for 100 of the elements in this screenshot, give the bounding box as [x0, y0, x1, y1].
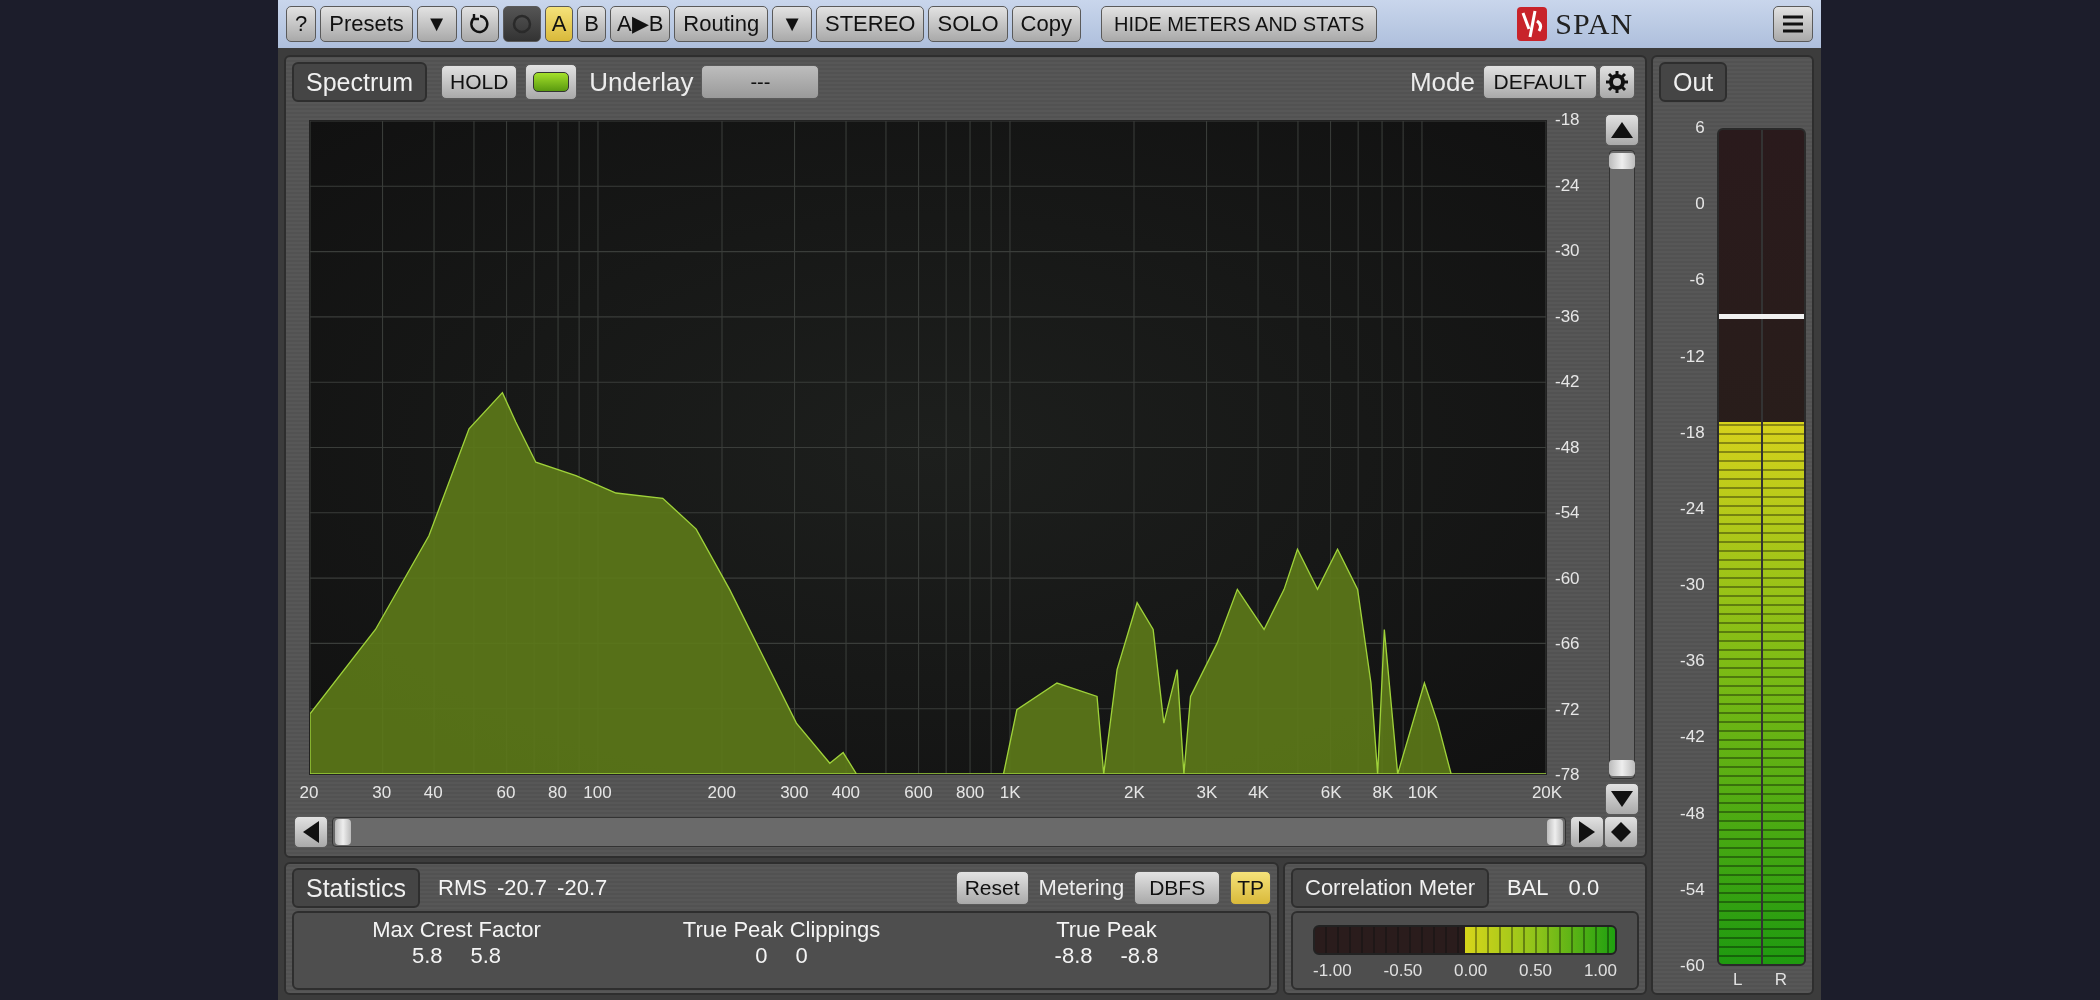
toolbar-button[interactable]: Copy	[1011, 6, 1081, 42]
x-axis-label: 6K	[1320, 783, 1342, 803]
scroll-up-button[interactable]	[1605, 114, 1639, 146]
correlation-scale-label: -0.50	[1383, 961, 1423, 981]
vertical-scrollbar[interactable]	[1609, 150, 1635, 779]
true-peak-toggle[interactable]: TP	[1230, 871, 1271, 905]
rms-value: -20.7	[496, 875, 548, 901]
out-tab[interactable]: Out	[1659, 62, 1728, 102]
meter-scale-label: -18	[1680, 422, 1705, 443]
metering-selector[interactable]: DBFS	[1134, 871, 1221, 905]
x-axis-label: 800	[955, 783, 985, 803]
channel-label: R	[1774, 970, 1787, 990]
stat-title: Max Crest Factor	[372, 917, 541, 943]
y-axis-label: -78	[1555, 765, 1580, 785]
balance-value: 0.0	[1568, 875, 1600, 901]
x-axis-label: 400	[831, 783, 861, 803]
ab-toggle-button[interactable]: A	[544, 6, 574, 42]
x-axis-label: 3K	[1196, 783, 1218, 803]
mode-selector[interactable]: DEFAULT	[1483, 65, 1597, 99]
scroll-handle[interactable]	[335, 819, 351, 845]
scroll-handle[interactable]	[1609, 153, 1635, 169]
left-arrow-icon	[303, 821, 319, 843]
settings-button[interactable]	[1599, 65, 1635, 99]
correlation-scale-label: 0.50	[1519, 961, 1553, 981]
stat-value: 0	[755, 943, 768, 969]
scroll-right-button[interactable]	[1570, 816, 1604, 848]
ab-toggle-button[interactable]: B	[577, 6, 606, 42]
meter-scale-label: 0	[1695, 194, 1705, 215]
undo-button[interactable]	[460, 6, 499, 42]
stat-value: 5.8	[411, 943, 443, 969]
underlay-selector[interactable]: ---	[701, 65, 820, 99]
ab-toggle-button[interactable]: A▶B	[610, 6, 671, 42]
spectrum-tab[interactable]: Spectrum	[292, 62, 427, 102]
scroll-handle[interactable]	[1547, 819, 1563, 845]
hold-toggle-button[interactable]	[525, 64, 578, 100]
meter-scale-label: -42	[1680, 727, 1705, 748]
reset-button[interactable]: Reset	[955, 871, 1029, 905]
settings-icon	[1605, 70, 1629, 94]
x-axis-label: 8K	[1372, 783, 1394, 803]
y-axis-label: -30	[1555, 241, 1580, 261]
y-axis-label: -24	[1555, 175, 1580, 196]
brand-name: SPAN	[1555, 7, 1634, 41]
reset-view-button[interactable]	[1604, 816, 1638, 848]
statistics-tab[interactable]: Statistics	[292, 868, 421, 908]
toolbar-button[interactable]: Presets	[320, 6, 413, 42]
toolbar-button[interactable]: Routing	[674, 6, 769, 42]
stat-value: -8.8	[1120, 943, 1159, 969]
down-arrow-icon	[1611, 791, 1633, 807]
rms-label: RMS	[438, 875, 487, 901]
menu-button[interactable]	[1773, 6, 1813, 42]
scroll-down-button[interactable]	[1605, 783, 1639, 815]
correlation-scale-label: -1.00	[1313, 961, 1352, 981]
meter-scale-label: -30	[1680, 575, 1705, 596]
stat-value: -8.8	[1054, 943, 1093, 969]
correlation-tab[interactable]: Correlation Meter	[1291, 868, 1489, 908]
x-axis-label: 30	[372, 783, 392, 803]
x-axis-label: 300	[780, 783, 809, 803]
x-axis-label: 10K	[1407, 783, 1438, 803]
stat-value: 0	[795, 943, 808, 969]
balance-label: BAL	[1506, 875, 1549, 901]
stat-value: 5.8	[470, 943, 502, 969]
scroll-left-button[interactable]	[294, 816, 328, 848]
toolbar-button[interactable]: HIDE METERS AND STATS	[1100, 6, 1378, 42]
up-arrow-icon	[1611, 122, 1633, 138]
x-axis-label: 200	[707, 783, 736, 803]
x-axis-label: 80	[548, 783, 567, 803]
meter-scale-label: -48	[1680, 803, 1705, 824]
logo-icon	[1517, 7, 1548, 41]
x-axis-label: 600	[904, 783, 933, 803]
x-axis-label: 40	[423, 783, 443, 803]
stat-title: True Peak Clippings	[682, 917, 881, 943]
y-axis-label: -72	[1555, 699, 1580, 720]
meter-scale-label: -54	[1680, 879, 1705, 900]
x-axis-label: 2K	[1123, 783, 1145, 803]
stat-title: True Peak	[1056, 917, 1157, 943]
x-axis-label: 20K	[1531, 783, 1563, 803]
x-axis-label: 1K	[999, 783, 1021, 803]
x-axis-label: 60	[496, 783, 516, 803]
metering-label: Metering	[1038, 875, 1125, 901]
y-axis-label: -54	[1555, 503, 1580, 523]
correlation-scale-label: 0.00	[1454, 961, 1488, 981]
circle-icon	[511, 14, 532, 34]
y-axis-label: -18	[1555, 110, 1580, 130]
x-axis-label: 100	[583, 783, 612, 803]
scroll-handle[interactable]	[1609, 760, 1635, 776]
toolbar-button[interactable]: ▼	[416, 6, 457, 42]
meter-scale-label: -12	[1680, 346, 1705, 367]
y-axis-label: -60	[1555, 568, 1580, 589]
toolbar-button[interactable]: ?	[286, 6, 317, 42]
x-axis-label: 20	[299, 783, 319, 803]
toolbar-button[interactable]: ▼	[772, 6, 812, 42]
y-axis-label: -36	[1555, 306, 1580, 327]
power-button[interactable]	[502, 6, 541, 42]
horizontal-scrollbar[interactable]	[332, 817, 1566, 847]
correlation-scale-label: 1.00	[1583, 961, 1617, 981]
meter-scale-label: -6	[1689, 270, 1705, 291]
toolbar-button[interactable]: SOLO	[928, 6, 1008, 42]
meter-scale-label: -24	[1680, 498, 1705, 519]
toolbar-button[interactable]: STEREO	[816, 6, 925, 42]
hold-button[interactable]: HOLD	[441, 65, 518, 99]
